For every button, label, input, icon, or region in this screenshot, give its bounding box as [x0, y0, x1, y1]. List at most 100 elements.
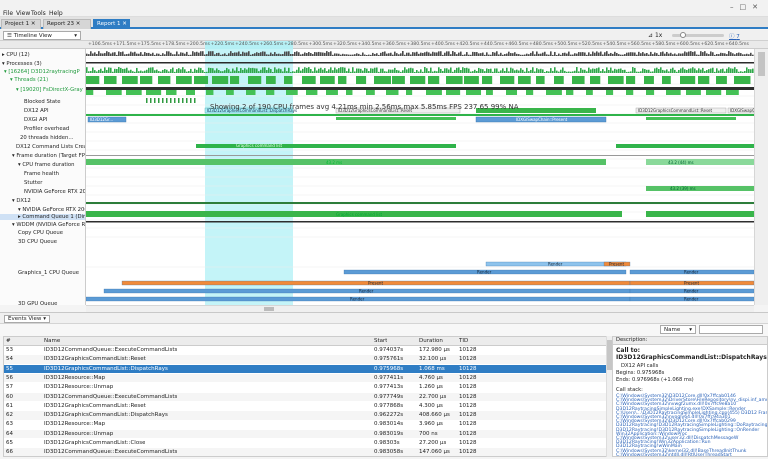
process-usage-bar[interactable]	[394, 67, 396, 73]
cpu-usage-bar[interactable]	[498, 54, 500, 56]
process-usage-bar[interactable]	[110, 67, 112, 73]
thread-activity-block[interactable]	[140, 76, 153, 84]
cpu-usage-bar[interactable]	[634, 52, 636, 56]
process-usage-bar[interactable]	[322, 69, 324, 73]
cpu-usage-bar[interactable]	[718, 54, 720, 56]
process-usage-bar[interactable]	[560, 69, 562, 73]
cpu-usage-bar[interactable]	[724, 53, 726, 56]
cpu-usage-bar[interactable]	[456, 54, 458, 56]
cpu-usage-bar[interactable]	[410, 54, 412, 56]
tree-row[interactable]: ▾ CPU frame duration	[0, 162, 85, 168]
cpu-usage-bar[interactable]	[670, 52, 672, 56]
cpu-usage-bar[interactable]	[468, 54, 470, 56]
table-row[interactable]: 57 ID3D12Resource::Unmap 0.977413s 1.260 μs…	[4, 383, 606, 392]
gpu-queue-label[interactable]: Render	[684, 296, 699, 301]
process-usage-bar[interactable]	[390, 69, 392, 73]
cpu-usage-bar[interactable]	[560, 54, 562, 56]
process-usage-bar[interactable]	[292, 71, 294, 73]
cpu-usage-bar[interactable]	[628, 52, 630, 56]
process-usage-bar[interactable]	[586, 71, 588, 73]
process-usage-bar[interactable]	[666, 69, 668, 73]
thread-activity-block[interactable]	[446, 90, 461, 95]
thread-activity-block[interactable]	[194, 76, 209, 84]
cpu-usage-bar[interactable]	[214, 54, 216, 56]
cpu-usage-bar[interactable]	[230, 51, 232, 56]
process-usage-bar[interactable]	[106, 69, 108, 73]
cpu-usage-bar[interactable]	[224, 53, 226, 56]
cpu-usage-bar[interactable]	[708, 54, 710, 56]
thread-activity-block[interactable]	[428, 76, 440, 84]
process-usage-bar[interactable]	[270, 69, 272, 73]
gpu-queue-label[interactable]: Present	[368, 280, 383, 285]
process-usage-bar[interactable]	[448, 69, 450, 73]
process-usage-bar[interactable]	[686, 69, 688, 73]
process-usage-bar[interactable]	[330, 67, 332, 73]
cpu-usage-bar[interactable]	[290, 54, 292, 56]
thread-activity-block[interactable]	[104, 76, 117, 84]
process-usage-bar[interactable]	[558, 71, 560, 73]
cpu-usage-bar[interactable]	[286, 51, 288, 56]
cpu-usage-bar[interactable]	[352, 54, 354, 56]
cpu-usage-bar[interactable]	[522, 54, 524, 56]
process-usage-bar[interactable]	[156, 69, 158, 73]
thread-activity-block[interactable]	[590, 76, 601, 84]
thread-activity-block[interactable]	[246, 90, 256, 95]
thread-activity-block[interactable]	[536, 76, 545, 84]
cpu-usage-bar[interactable]	[300, 54, 302, 56]
process-usage-bar[interactable]	[304, 67, 306, 73]
process-usage-bar[interactable]	[420, 69, 422, 73]
process-usage-bar[interactable]	[502, 68, 504, 73]
process-usage-bar[interactable]	[384, 71, 386, 73]
cpu-usage-bar[interactable]	[382, 51, 384, 56]
tree-row[interactable]: ▾ Processes (3)	[0, 61, 85, 67]
blocked-state-mark[interactable]	[158, 98, 160, 103]
cpu-usage-bar[interactable]	[400, 53, 402, 56]
cpu-usage-bar[interactable]	[270, 52, 272, 56]
process-usage-bar[interactable]	[166, 69, 168, 73]
cpu-usage-bar[interactable]	[550, 51, 552, 56]
cpu-usage-bar[interactable]	[208, 51, 210, 56]
thread-activity-block[interactable]	[158, 76, 171, 84]
cpu-usage-bar[interactable]	[232, 53, 234, 56]
process-usage-bar[interactable]	[376, 67, 378, 73]
cpu-usage-bar[interactable]	[314, 52, 316, 56]
cpu-usage-bar[interactable]	[292, 54, 294, 56]
process-usage-bar[interactable]	[254, 68, 256, 73]
cpu-usage-bar[interactable]	[110, 53, 112, 56]
cpu-usage-bar[interactable]	[150, 53, 152, 56]
process-usage-bar[interactable]	[578, 71, 580, 73]
tree-row[interactable]: NVIDIA GeForce RTX 2060	[0, 189, 85, 195]
process-usage-bar[interactable]	[262, 67, 264, 73]
process-usage-bar[interactable]	[230, 71, 232, 73]
tree-row[interactable]: ▾ [19020] FsDirectX-Gray	[0, 87, 85, 93]
thread-activity-block[interactable]	[626, 76, 636, 84]
process-usage-bar[interactable]	[510, 67, 512, 73]
cpu-usage-bar[interactable]	[624, 54, 626, 56]
process-timeline-line[interactable]	[86, 62, 754, 64]
process-usage-bar[interactable]	[490, 68, 492, 73]
cpu-usage-bar[interactable]	[632, 52, 634, 56]
thread-activity-block[interactable]	[320, 76, 335, 84]
blocked-state-mark[interactable]	[194, 98, 196, 103]
process-usage-bar[interactable]	[430, 67, 432, 73]
cpu-usage-bar[interactable]	[536, 51, 538, 56]
process-usage-bar[interactable]	[426, 68, 428, 73]
cpu-usage-bar[interactable]	[220, 54, 222, 56]
process-usage-bar[interactable]	[206, 71, 208, 73]
cpu-usage-bar[interactable]	[118, 51, 120, 56]
cpu-usage-bar[interactable]	[374, 53, 376, 56]
process-usage-bar[interactable]	[272, 71, 274, 73]
cpu-usage-bar[interactable]	[438, 51, 440, 56]
process-usage-bar[interactable]	[120, 67, 122, 73]
process-usage-bar[interactable]	[626, 71, 628, 73]
process-usage-bar[interactable]	[614, 68, 616, 73]
cpu-usage-bar[interactable]	[196, 51, 198, 56]
cpu-usage-bar[interactable]	[104, 53, 106, 56]
process-usage-bar[interactable]	[662, 69, 664, 73]
dx12-call-label[interactable]: ID3D12Gr...	[90, 117, 113, 122]
process-usage-bar[interactable]	[536, 68, 538, 73]
process-usage-bar[interactable]	[694, 68, 696, 73]
process-usage-bar[interactable]	[584, 69, 586, 73]
process-usage-bar[interactable]	[456, 67, 458, 73]
process-usage-bar[interactable]	[392, 69, 394, 73]
